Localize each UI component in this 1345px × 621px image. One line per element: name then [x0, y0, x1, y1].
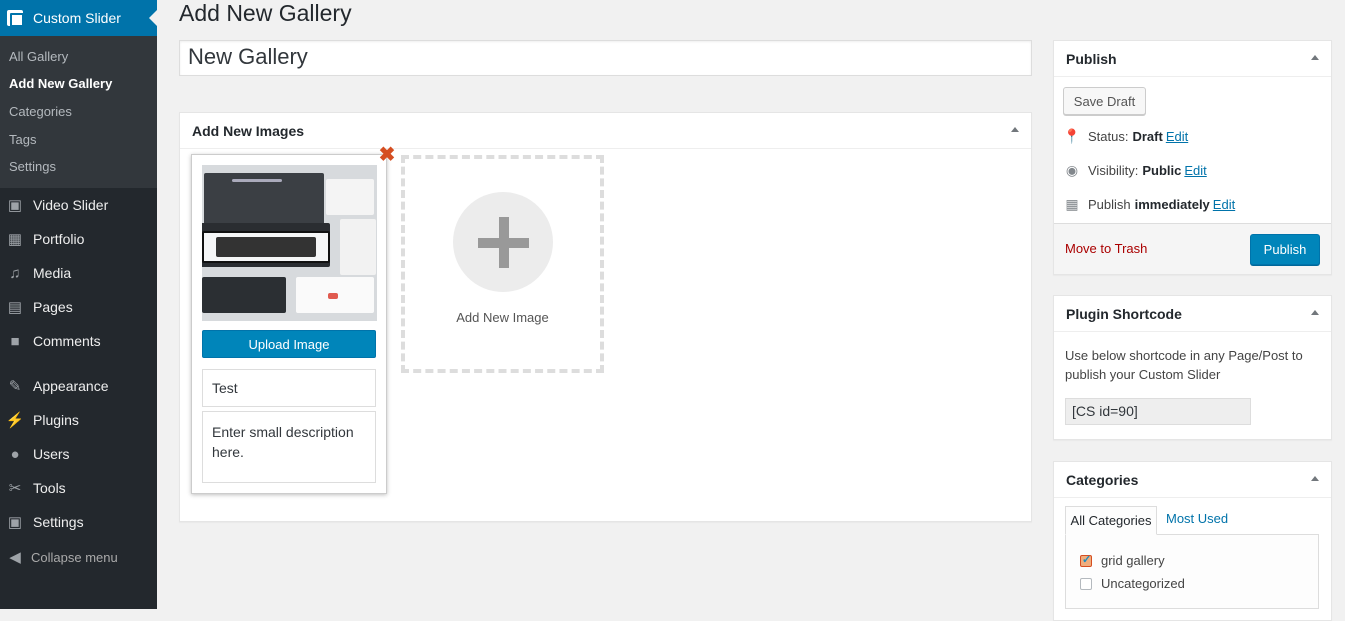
- menu-label: Tools: [33, 480, 66, 496]
- menu-label: Video Slider: [33, 197, 109, 213]
- submenu-add-new-gallery[interactable]: Add New Gallery: [9, 76, 112, 91]
- visibility-row: ◉ Visibility: Public Edit: [1063, 162, 1207, 179]
- brush-icon: ✎: [8, 378, 22, 395]
- menu-plugins[interactable]: ⚡ Plugins: [0, 404, 157, 436]
- media-icon: ♫: [9, 264, 21, 282]
- post-title-input[interactable]: New Gallery: [179, 40, 1032, 76]
- wrench-icon: ✂: [8, 480, 22, 497]
- add-new-image-button[interactable]: Add New Image: [401, 155, 604, 373]
- publish-button[interactable]: Publish: [1250, 234, 1320, 265]
- user-icon: ●: [10, 445, 20, 463]
- eye-icon: ◉: [1065, 162, 1079, 178]
- remove-image-icon[interactable]: ✖: [377, 145, 397, 165]
- menu-tools[interactable]: ✂ Tools: [0, 472, 157, 504]
- menu-label: Media: [33, 265, 72, 281]
- category-checkbox[interactable]: [1080, 553, 1092, 567]
- submenu-all-gallery[interactable]: All Gallery: [9, 49, 68, 64]
- publish-postbox-header[interactable]: Publish: [1054, 41, 1331, 77]
- submenu-settings[interactable]: Settings: [9, 159, 56, 174]
- edit-visibility-link[interactable]: Edit: [1184, 163, 1206, 178]
- schedule-row: ▦ Publish immediately Edit: [1063, 196, 1235, 213]
- calendar-icon: ▦: [1065, 196, 1079, 212]
- menu-pages[interactable]: ▤ Pages: [0, 291, 157, 323]
- images-postbox-title: Add New Images: [192, 122, 305, 139]
- status-value: Draft: [1132, 129, 1163, 144]
- menu-comments[interactable]: ■ Comments: [0, 325, 157, 357]
- collapse-menu-button[interactable]: ◀ Collapse menu: [0, 541, 157, 573]
- publish-time-value: immediately: [1134, 197, 1210, 212]
- menu-label: Comments: [33, 333, 101, 349]
- category-checkbox[interactable]: [1080, 577, 1092, 590]
- grid-icon: ▦: [7, 231, 23, 248]
- submenu-custom-slider: All Gallery Add New Gallery Categories T…: [0, 36, 157, 188]
- menu-label: Plugins: [33, 412, 79, 428]
- menu-label: Pages: [33, 299, 73, 315]
- collapse-icon: ◀: [9, 549, 21, 566]
- collapse-toggle-icon[interactable]: [1311, 310, 1319, 315]
- image-card: Upload Image Test Enter small descriptio…: [191, 154, 387, 494]
- menu-label: Settings: [33, 514, 84, 530]
- submenu-tags[interactable]: Tags: [9, 132, 36, 147]
- shortcode-postbox-header[interactable]: Plugin Shortcode: [1054, 296, 1331, 332]
- pin-icon: 📍: [1063, 128, 1081, 144]
- tab-most-used[interactable]: Most Used: [1166, 511, 1228, 526]
- upload-image-button[interactable]: Upload Image: [202, 330, 376, 358]
- move-to-trash-link[interactable]: Move to Trash: [1065, 241, 1147, 256]
- menu-users[interactable]: ● Users: [0, 438, 157, 470]
- pages-icon: ▤: [7, 299, 23, 316]
- edit-schedule-link[interactable]: Edit: [1213, 197, 1235, 212]
- menu-media[interactable]: ♫ Media: [0, 257, 157, 289]
- shortcode-postbox-title: Plugin Shortcode: [1066, 305, 1182, 322]
- menu-label: Users: [33, 446, 70, 462]
- menu-label: Appearance: [33, 378, 109, 394]
- category-label: grid gallery: [1101, 553, 1165, 568]
- images-postbox-header[interactable]: Add New Images: [180, 113, 1031, 149]
- menu-settings[interactable]: ▣ Settings: [0, 506, 157, 538]
- slider-icon: [7, 10, 24, 27]
- save-draft-button[interactable]: Save Draft: [1063, 87, 1146, 115]
- plus-icon-vertical: [499, 217, 509, 268]
- menu-label: Portfolio: [33, 231, 85, 247]
- visibility-label: Visibility:: [1088, 163, 1139, 178]
- collapse-toggle-icon[interactable]: [1311, 476, 1319, 481]
- categories-postbox-header[interactable]: Categories: [1054, 462, 1331, 498]
- category-item[interactable]: grid gallery: [1080, 553, 1165, 568]
- shortcode-description: Use below shortcode in any Page/Post to …: [1065, 348, 1303, 382]
- category-label: Uncategorized: [1101, 576, 1185, 591]
- video-icon: ▣: [7, 197, 23, 214]
- visibility-value: Public: [1142, 163, 1182, 178]
- menu-portfolio[interactable]: ▦ Portfolio: [0, 223, 157, 255]
- submenu-categories[interactable]: Categories: [9, 104, 72, 119]
- menu-custom-slider[interactable]: Custom Slider: [0, 0, 157, 36]
- image-title-input[interactable]: Test: [202, 369, 376, 407]
- page-title: Add New Gallery: [179, 0, 352, 26]
- shortcode-field[interactable]: [CS id=90]: [1065, 398, 1251, 425]
- categories-postbox-title: Categories: [1066, 471, 1139, 488]
- image-description-textarea[interactable]: Enter small description here.: [202, 411, 376, 483]
- admin-sidebar: Custom Slider All Gallery Add New Galler…: [0, 0, 157, 609]
- menu-video-slider[interactable]: ▣ Video Slider: [0, 189, 157, 221]
- comment-icon: ■: [10, 332, 20, 350]
- image-thumbnail: [202, 165, 377, 321]
- collapse-toggle-icon[interactable]: [1011, 127, 1019, 132]
- collapse-toggle-icon[interactable]: [1311, 55, 1319, 60]
- category-item[interactable]: Uncategorized: [1080, 576, 1185, 591]
- menu-appearance[interactable]: ✎ Appearance: [0, 370, 157, 402]
- current-arrow: [149, 10, 157, 26]
- publish-time-label: Publish: [1088, 197, 1131, 212]
- edit-status-link[interactable]: Edit: [1166, 129, 1188, 144]
- publish-postbox-title: Publish: [1066, 50, 1117, 67]
- settings-icon: ▣: [7, 514, 23, 531]
- add-new-image-label: Add New Image: [456, 310, 549, 325]
- collapse-label: Collapse menu: [31, 549, 118, 565]
- plugin-icon: ⚡: [5, 412, 25, 429]
- status-label: Status:: [1088, 129, 1129, 144]
- menu-custom-slider-label: Custom Slider: [33, 10, 121, 26]
- publish-actions: Move to Trash Publish: [1054, 223, 1331, 274]
- categories-checklist: grid gallery Uncategorized: [1065, 534, 1319, 609]
- tab-all-categories[interactable]: All Categories: [1065, 506, 1157, 535]
- status-row: 📍 Status: Draft Edit: [1063, 128, 1188, 145]
